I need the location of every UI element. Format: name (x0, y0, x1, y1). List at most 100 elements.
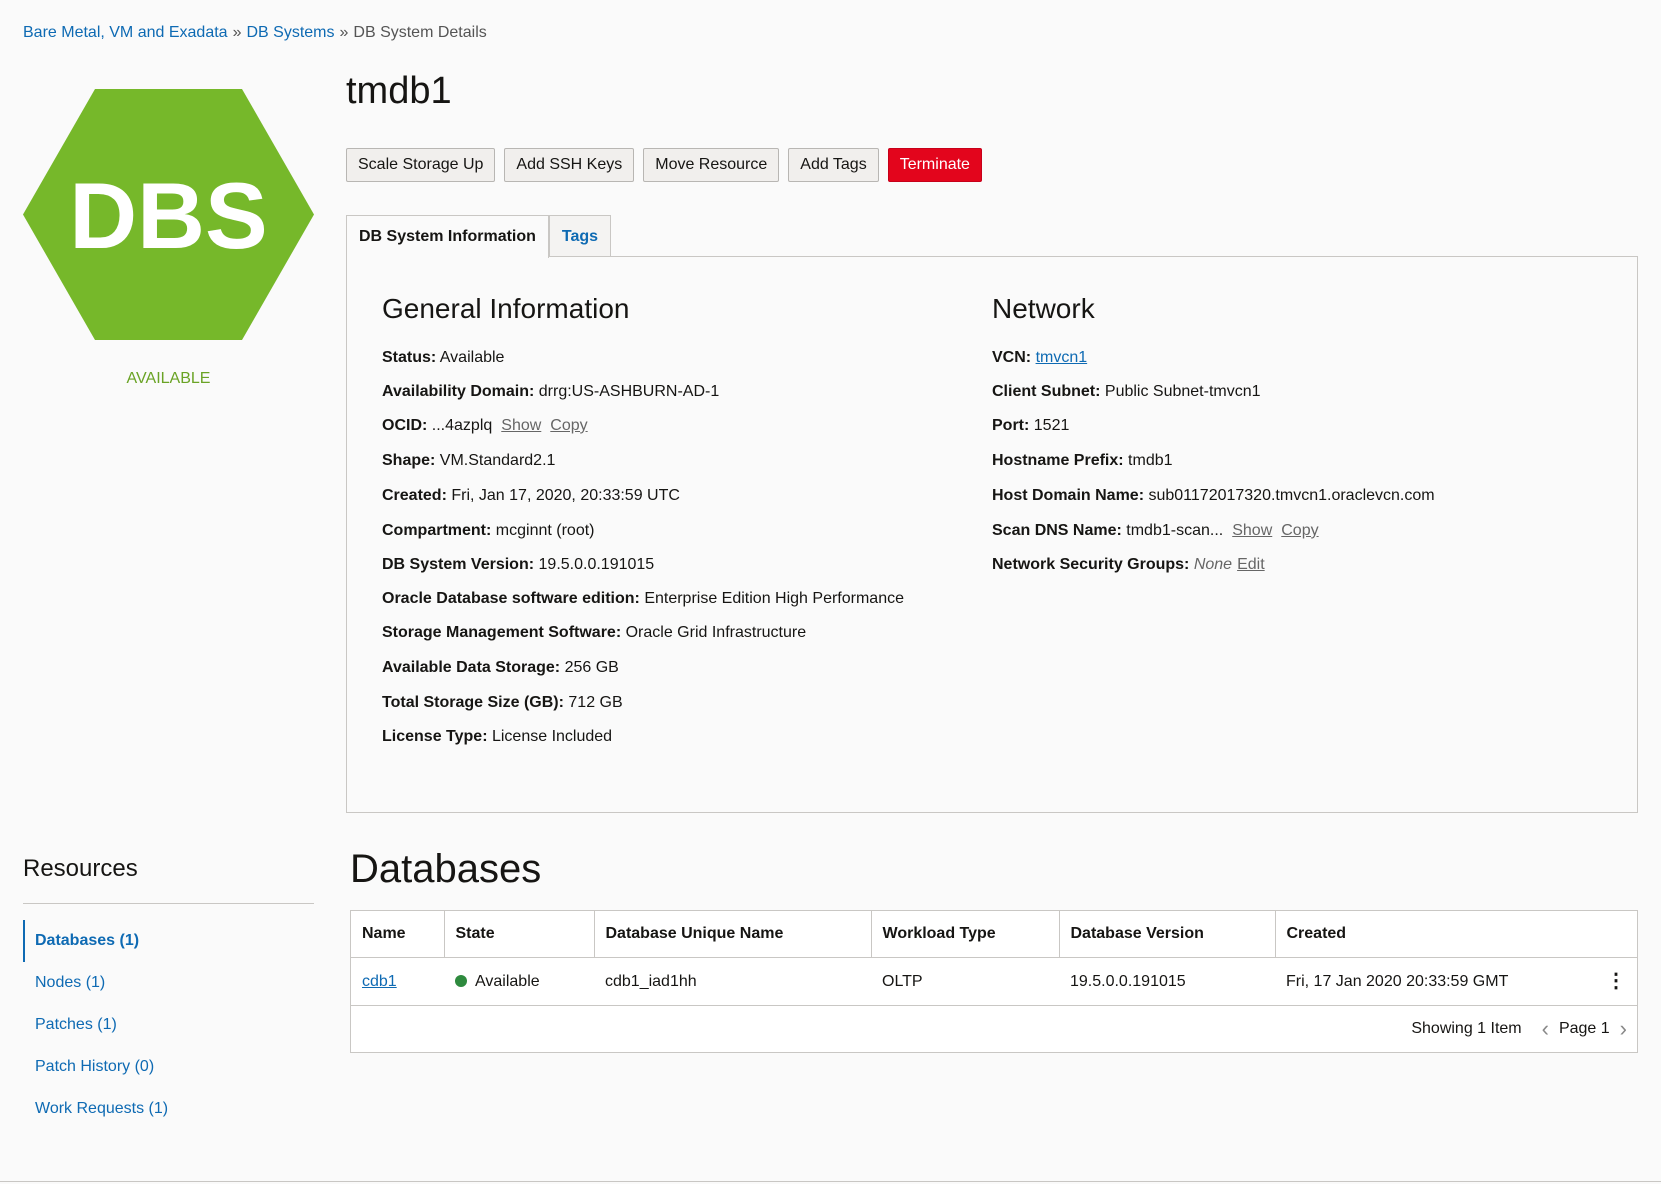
vcn-link[interactable]: tmvcn1 (1036, 349, 1088, 366)
info-panel: General Information Status: Available Av… (346, 256, 1638, 813)
table-header-row: Name State Database Unique Name Workload… (351, 911, 1637, 958)
chevron-left-icon[interactable]: ‹ (1542, 1016, 1549, 1042)
database-name-link[interactable]: cdb1 (362, 973, 397, 990)
resource-item-databases[interactable]: Databases (1) (23, 920, 314, 962)
available-data-storage-field: Available Data Storage: 256 GB (382, 659, 619, 677)
storage-management-value: Oracle Grid Infrastructure (625, 624, 807, 641)
column-header-state[interactable]: State (444, 911, 595, 958)
client-subnet-value: Public Subnet-tmvcn1 (1104, 383, 1261, 400)
database-created: Fri, 17 Jan 2020 20:33:59 GMT (1286, 972, 1509, 990)
storage-management-field: Storage Management Software: Oracle Grid… (382, 624, 806, 642)
ocid-label: OCID: (382, 417, 428, 434)
status-dot-icon (455, 974, 467, 987)
scale-storage-up-button[interactable]: Scale Storage Up (346, 148, 496, 182)
hostname-prefix-label: Hostname Prefix: (992, 452, 1124, 469)
cell-workload-type: OLTP (871, 957, 1059, 1006)
host-domain-label: Host Domain Name: (992, 487, 1145, 504)
available-data-storage-value: 256 GB (564, 659, 619, 676)
nsg-value: None (1193, 556, 1233, 573)
availability-domain-field: Availability Domain: drrg:US-ASHBURN-AD-… (382, 383, 719, 401)
add-tags-button[interactable]: Add Tags (788, 148, 879, 182)
edition-label: Oracle Database software edition: (382, 590, 640, 607)
resources-heading: Resources (23, 855, 138, 882)
cell-state: Available (444, 957, 594, 1006)
breadcrumb-current: DB System Details (353, 24, 487, 41)
scan-dns-copy-link[interactable]: Copy (1281, 522, 1318, 539)
created-label: Created: (382, 487, 447, 504)
vcn-field: VCN: tmvcn1 (992, 349, 1087, 367)
hostname-prefix-value: tmdb1 (1128, 452, 1173, 469)
page-bottom-divider (0, 1181, 1661, 1182)
total-storage-value: 712 GB (568, 694, 623, 711)
license-type-field: License Type: License Included (382, 728, 612, 746)
move-resource-button[interactable]: Move Resource (643, 148, 780, 182)
license-type-value: License Included (491, 728, 613, 745)
nsg-edit-link[interactable]: Edit (1237, 556, 1265, 573)
cell-created: Fri, 17 Jan 2020 20:33:59 GMT ⋮ (1275, 957, 1637, 1006)
chevron-right-icon[interactable]: › (1620, 1016, 1627, 1042)
shape-field: Shape: VM.Standard2.1 (382, 452, 555, 470)
availability-domain-label: Availability Domain: (382, 383, 535, 400)
ocid-value: ...4azplq (431, 417, 493, 434)
network-heading: Network (992, 293, 1095, 324)
page-indicator: Page 1 (1558, 1019, 1610, 1037)
page-title: tmdb1 (346, 70, 452, 112)
resources-nav: Databases (1) Nodes (1) Patches (1) Patc… (23, 920, 314, 1130)
column-header-created[interactable]: Created (1275, 911, 1637, 958)
db-system-version-field: DB System Version: 19.5.0.0.191015 (382, 556, 654, 574)
resource-item-work-requests[interactable]: Work Requests (1) (23, 1088, 314, 1130)
breadcrumb-link-bare-metal[interactable]: Bare Metal, VM and Exadata (23, 24, 228, 41)
created-field: Created: Fri, Jan 17, 2020, 20:33:59 UTC (382, 487, 680, 505)
compartment-label: Compartment: (382, 522, 492, 539)
db-system-version-value: 19.5.0.0.191015 (538, 556, 655, 573)
status-label: Status: (382, 349, 437, 366)
scan-dns-label: Scan DNS Name: (992, 522, 1122, 539)
cell-database-version: 19.5.0.0.191015 (1059, 957, 1275, 1006)
resource-item-nodes[interactable]: Nodes (1) (23, 962, 314, 1004)
scan-dns-show-link[interactable]: Show (1232, 522, 1272, 539)
ocid-show-link[interactable]: Show (501, 417, 541, 434)
status-value: Available (439, 349, 505, 366)
shape-value: VM.Standard2.1 (439, 452, 556, 469)
terminate-button[interactable]: Terminate (887, 148, 982, 182)
resource-item-patch-history[interactable]: Patch History (0) (23, 1046, 314, 1088)
database-state: Available (475, 972, 540, 990)
db-system-version-label: DB System Version: (382, 556, 535, 573)
resource-item-patches[interactable]: Patches (1) (23, 1004, 314, 1046)
databases-table: Name State Database Unique Name Workload… (350, 910, 1638, 1053)
availability-domain-value: drrg:US-ASHBURN-AD-1 (538, 383, 720, 400)
table-row: cdb1 Available cdb1_iad1hh OLTP 19.5.0.0… (351, 957, 1637, 1006)
nsg-field: Network Security Groups: None Edit (992, 556, 1265, 574)
add-ssh-keys-button[interactable]: Add SSH Keys (504, 148, 635, 182)
edition-field: Oracle Database software edition: Enterp… (382, 590, 904, 608)
host-domain-value: sub01172017320.tmvcn1.oraclevcn.com (1148, 487, 1435, 504)
scan-dns-value: tmdb1-scan... (1126, 522, 1224, 539)
port-label: Port: (992, 417, 1030, 434)
lifecycle-status: AVAILABLE (126, 370, 211, 387)
total-storage-field: Total Storage Size (GB): 712 GB (382, 694, 623, 712)
shape-label: Shape: (382, 452, 436, 469)
nsg-label: Network Security Groups: (992, 556, 1190, 573)
hostname-prefix-field: Hostname Prefix: tmdb1 (992, 452, 1173, 470)
compartment-field: Compartment: mcginnt (root) (382, 522, 595, 540)
row-actions-kebab-icon[interactable]: ⋮ (1606, 971, 1626, 991)
breadcrumb-separator: » (339, 24, 349, 41)
ocid-field: OCID: ...4azplq Show Copy (382, 417, 588, 435)
badge-text: DBS (69, 163, 267, 268)
column-header-name[interactable]: Name (351, 911, 445, 958)
showing-count: Showing 1 Item (1411, 1019, 1522, 1037)
ocid-copy-link[interactable]: Copy (550, 417, 587, 434)
status-field: Status: Available (382, 349, 504, 367)
storage-management-label: Storage Management Software: (382, 624, 622, 641)
databases-heading: Databases (350, 847, 542, 891)
column-header-unique-name[interactable]: Database Unique Name (594, 911, 872, 958)
edition-value: Enterprise Edition High Performance (644, 590, 904, 607)
tab-tags[interactable]: Tags (548, 215, 612, 257)
column-header-workload-type[interactable]: Workload Type (871, 911, 1060, 958)
resource-hexagon-badge: DBS (23, 89, 314, 340)
client-subnet-label: Client Subnet: (992, 383, 1101, 400)
breadcrumb-link-db-systems[interactable]: DB Systems (246, 24, 334, 41)
tab-db-system-information[interactable]: DB System Information (346, 215, 549, 258)
available-data-storage-label: Available Data Storage: (382, 659, 561, 676)
column-header-database-version[interactable]: Database Version (1059, 911, 1276, 958)
